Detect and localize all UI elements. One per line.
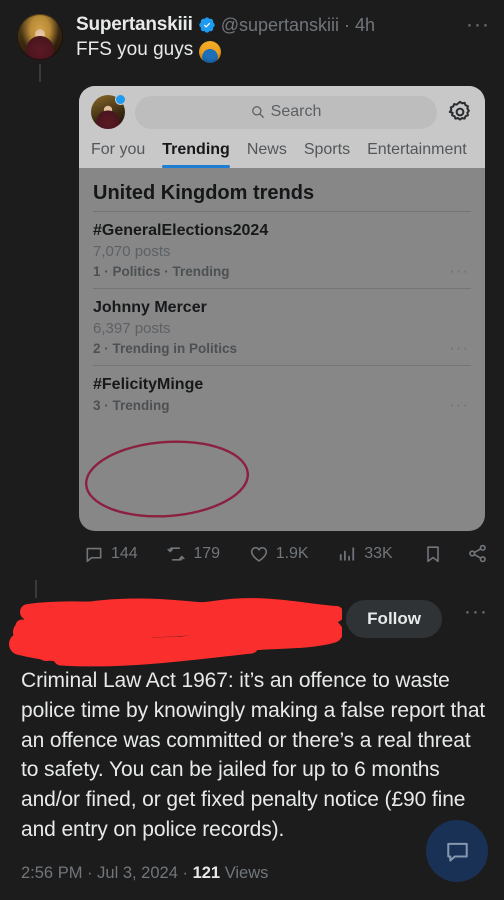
avatar-column [14, 14, 66, 82]
share-button[interactable] [467, 543, 488, 564]
trend-post-count: 7,070 posts [93, 243, 171, 260]
verified-badge-icon [198, 16, 216, 34]
bookmark-button[interactable] [423, 544, 443, 564]
like-count: 1.9K [275, 544, 309, 562]
embedded-screenshot-image[interactable]: Search For you Trending News Sports Ente… [79, 86, 485, 531]
trend-item[interactable]: Johnny Mercer 6,397 posts 2 · Trending i… [93, 288, 471, 365]
embedded-app-topbar: Search For you Trending News Sports Ente… [79, 86, 485, 168]
repost-icon [167, 546, 185, 561]
reply-button[interactable]: 144 [84, 544, 138, 564]
embedded-search-row: Search [91, 94, 473, 129]
trend-more-menu-button[interactable]: ··· [449, 339, 469, 356]
tweet-views-label: Views [224, 864, 269, 882]
face-palm-emoji [199, 41, 222, 63]
tweet-header: Supertanskiii @supertanskiii · 4h ··· FF… [0, 0, 504, 82]
trend-item[interactable]: #FelicityMinge 3 · Trending ··· [93, 365, 471, 422]
blue-dot-badge-icon [115, 94, 126, 105]
tweet-screen: Supertanskiii @supertanskiii · 4h ··· FF… [0, 0, 504, 900]
like-button[interactable]: 1.9K [249, 544, 309, 564]
main-tweet-text: Criminal Law Act 1967: it’s an offence t… [21, 669, 486, 842]
tweet-views-count: 121 [192, 864, 221, 882]
meta-separator-2: · [182, 864, 188, 882]
embedded-trends-panel: United Kingdom trends #GeneralElections2… [79, 168, 485, 422]
author-row: Supertanskiii @supertanskiii · 4h ··· [76, 14, 490, 36]
tab-news[interactable]: News [247, 141, 287, 168]
trend-rank-meta: 3 · Trending [93, 398, 170, 413]
trend-item[interactable]: #GeneralElections2024 7,070 posts 1 · Po… [93, 211, 471, 288]
heart-icon [250, 546, 267, 562]
tab-for-you[interactable]: For you [91, 141, 145, 168]
embedded-tab-bar: For you Trending News Sports Entertainme… [91, 133, 473, 168]
reply-icon [86, 547, 102, 562]
trend-rank-meta: 1 · Politics · Trending [93, 264, 230, 279]
trend-rank-meta: 2 · Trending in Politics [93, 341, 238, 356]
search-icon [251, 105, 265, 119]
tweet-top-text-row: FFS you guys [76, 39, 490, 63]
search-placeholder: Search [270, 103, 322, 120]
follow-button[interactable]: Follow [346, 600, 442, 638]
trends-section-title: United Kingdom trends [93, 182, 315, 204]
search-input[interactable]: Search [135, 95, 437, 129]
compose-message-icon [446, 842, 468, 862]
gear-icon[interactable] [447, 99, 473, 125]
tweet-more-menu-button[interactable]: ··· [460, 14, 490, 35]
tab-trending[interactable]: Trending [162, 141, 230, 168]
tweet-header-body: Supertanskiii @supertanskiii · 4h ··· FF… [66, 14, 490, 82]
trend-name: Johnny Mercer [93, 299, 207, 316]
tweet-time: 2:56 PM [21, 864, 83, 882]
tab-entertainment[interactable]: Entertainment [367, 141, 467, 168]
tweet-age[interactable]: 4h [355, 15, 375, 36]
trend-name: #FelicityMinge [93, 376, 204, 393]
views-count: 33K [364, 544, 393, 562]
repost-count: 179 [193, 544, 221, 562]
trend-name: #GeneralElections2024 [93, 222, 269, 239]
header-separator: · [344, 14, 351, 35]
reply-count: 144 [111, 544, 138, 562]
tweet-date: Jul 3, 2024 [97, 864, 178, 882]
tweet-top-text: FFS you guys [76, 39, 194, 60]
thread-connector-line-lower [35, 580, 37, 598]
share-icon [469, 544, 486, 563]
engagement-bar: 144 179 1.9K 33K [84, 543, 488, 564]
trend-more-menu-button[interactable]: ··· [449, 262, 469, 279]
compose-message-button[interactable] [426, 820, 488, 882]
bookmark-icon [427, 545, 440, 562]
trend-post-count: 6,397 posts [93, 320, 171, 337]
embedded-account-avatar[interactable] [91, 94, 126, 129]
trend-more-menu-button[interactable]: ··· [449, 396, 469, 413]
thread-connector-line [39, 64, 41, 82]
red-scribble-redaction [9, 598, 342, 667]
repost-button[interactable]: 179 [166, 544, 220, 564]
tab-sports[interactable]: Sports [304, 141, 350, 168]
analytics-icon [340, 546, 355, 561]
author-display-name[interactable]: Supertanskiii [76, 14, 193, 36]
author-handle[interactable]: @supertanskiii [221, 15, 339, 36]
tweet-meta-row: 2:56 PM · Jul 3, 2024 · 121 Views [21, 864, 268, 883]
views-button[interactable]: 33K [337, 544, 393, 564]
meta-separator-1: · [87, 864, 93, 882]
quoted-more-menu-button[interactable]: ··· [464, 601, 488, 622]
avatar[interactable] [17, 14, 63, 60]
